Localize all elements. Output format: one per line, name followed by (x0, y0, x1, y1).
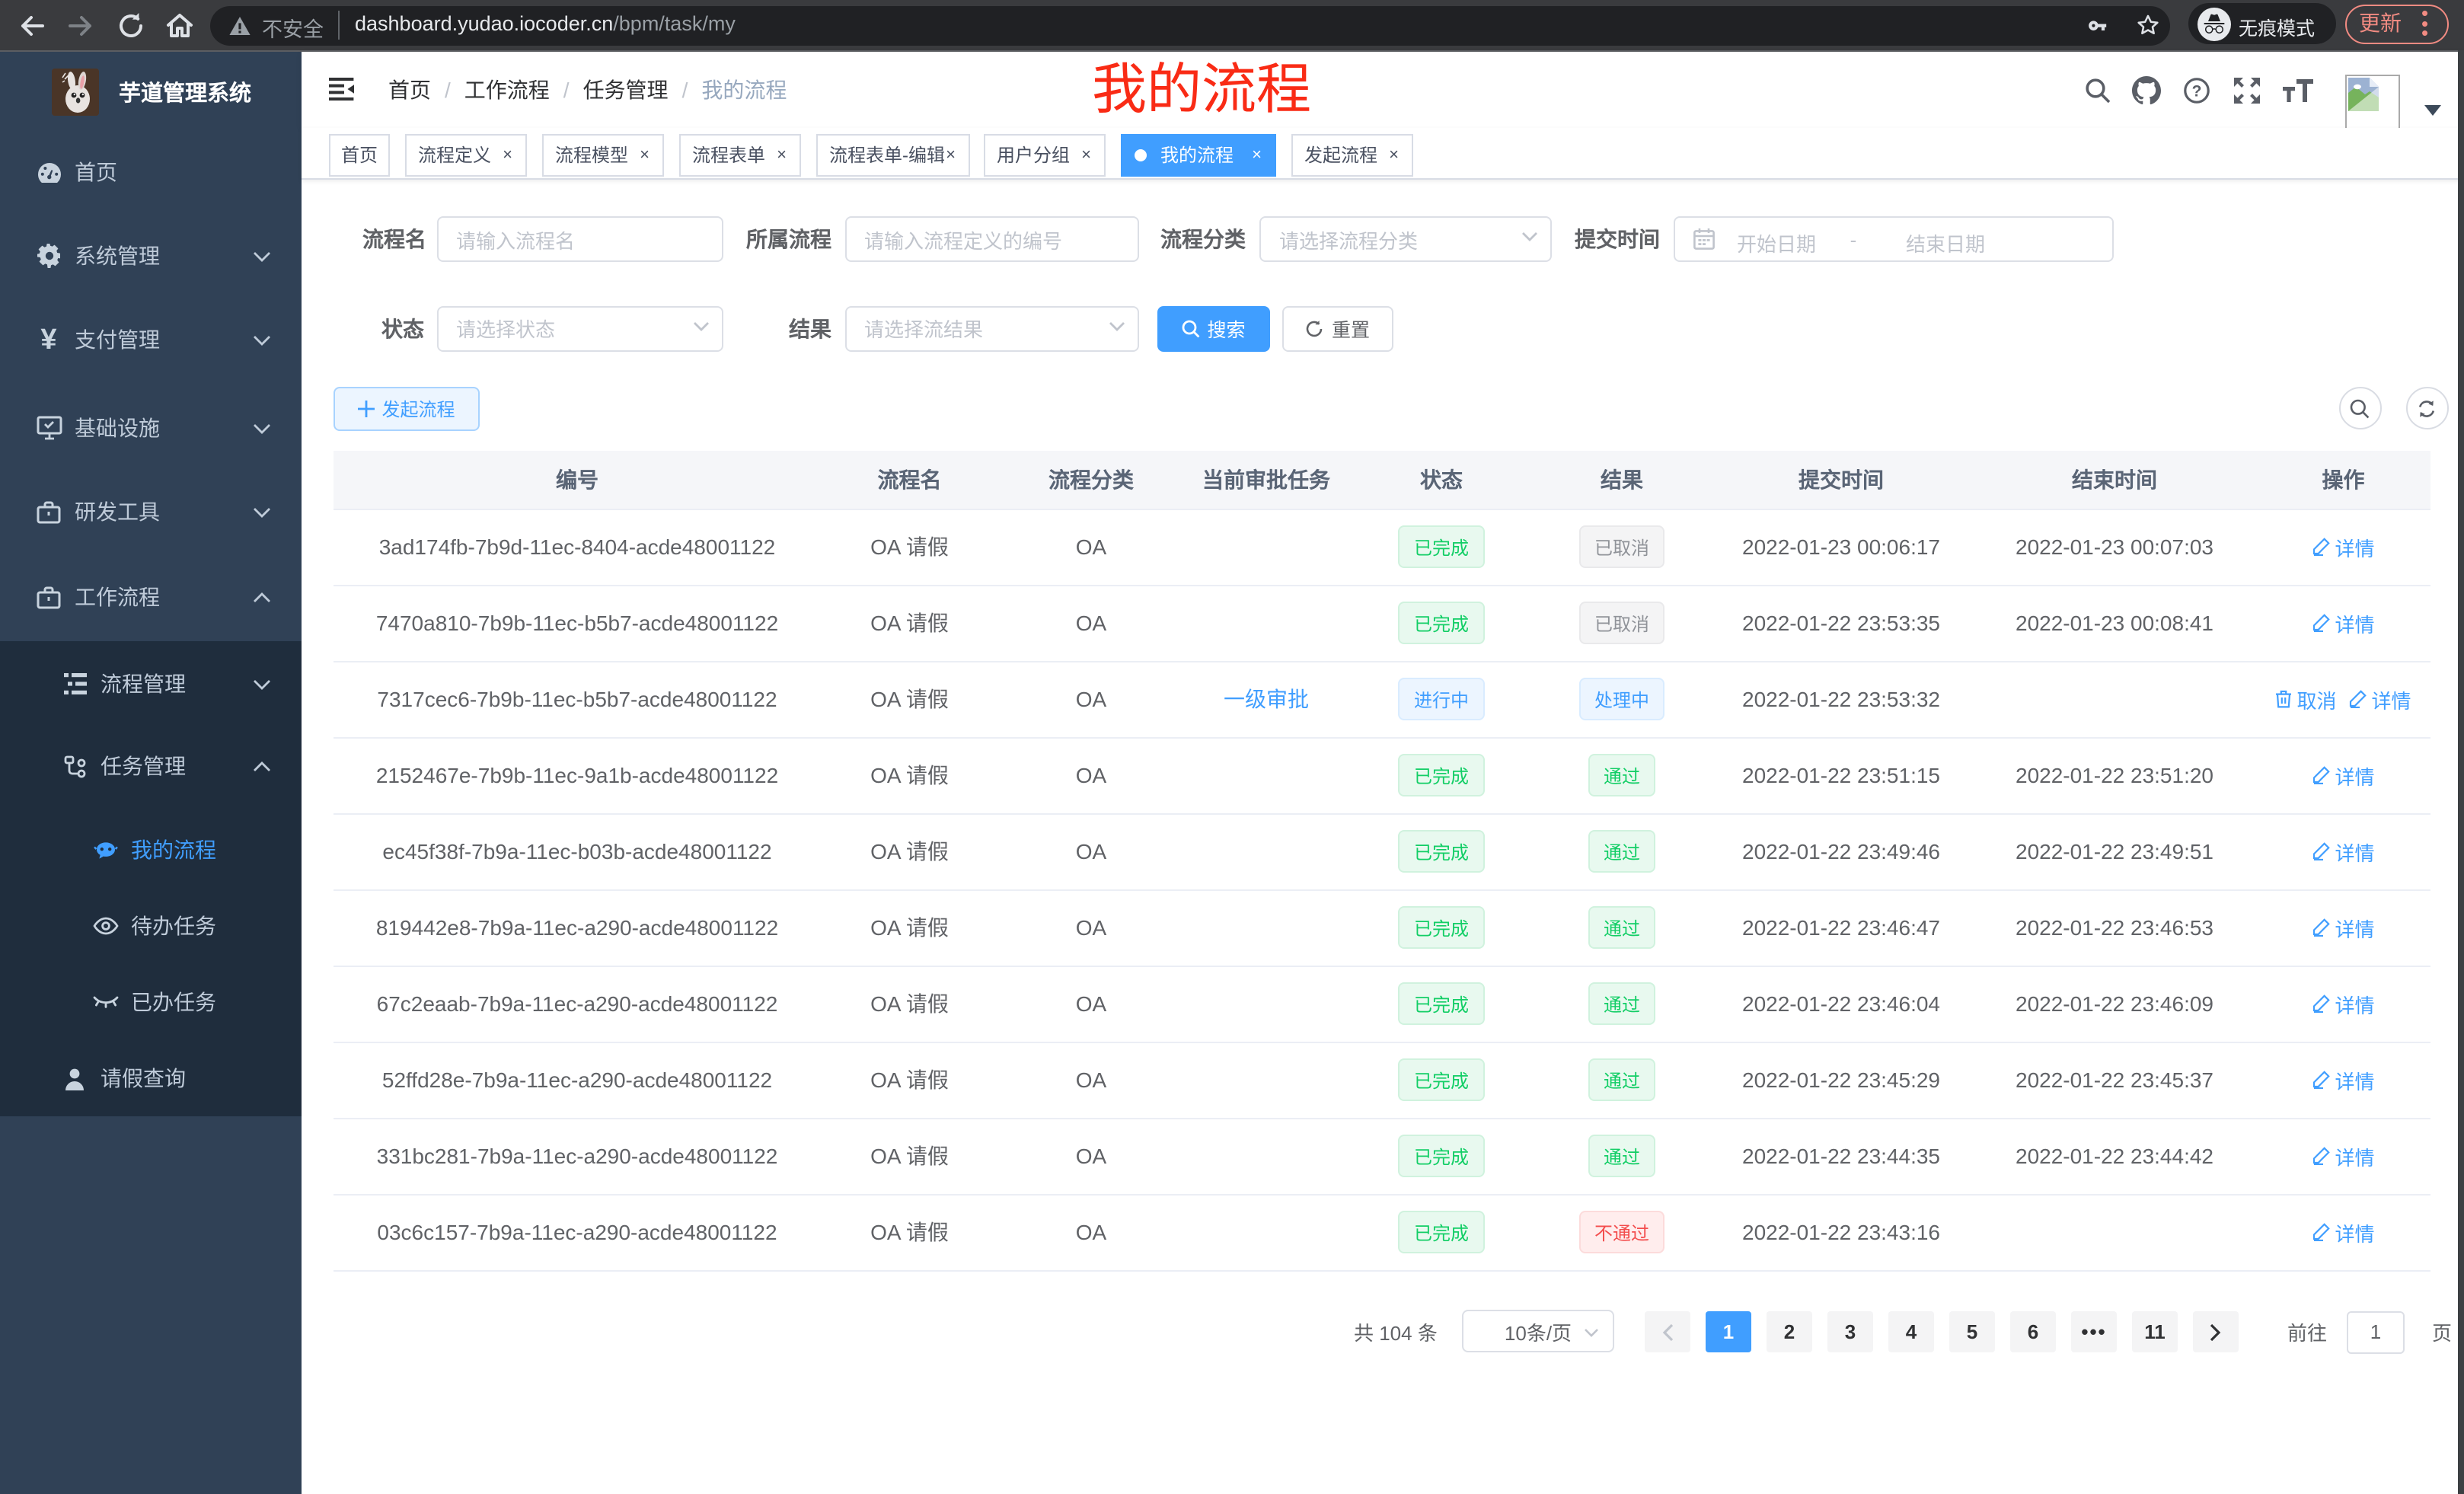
svg-text:?: ? (2192, 82, 2202, 100)
